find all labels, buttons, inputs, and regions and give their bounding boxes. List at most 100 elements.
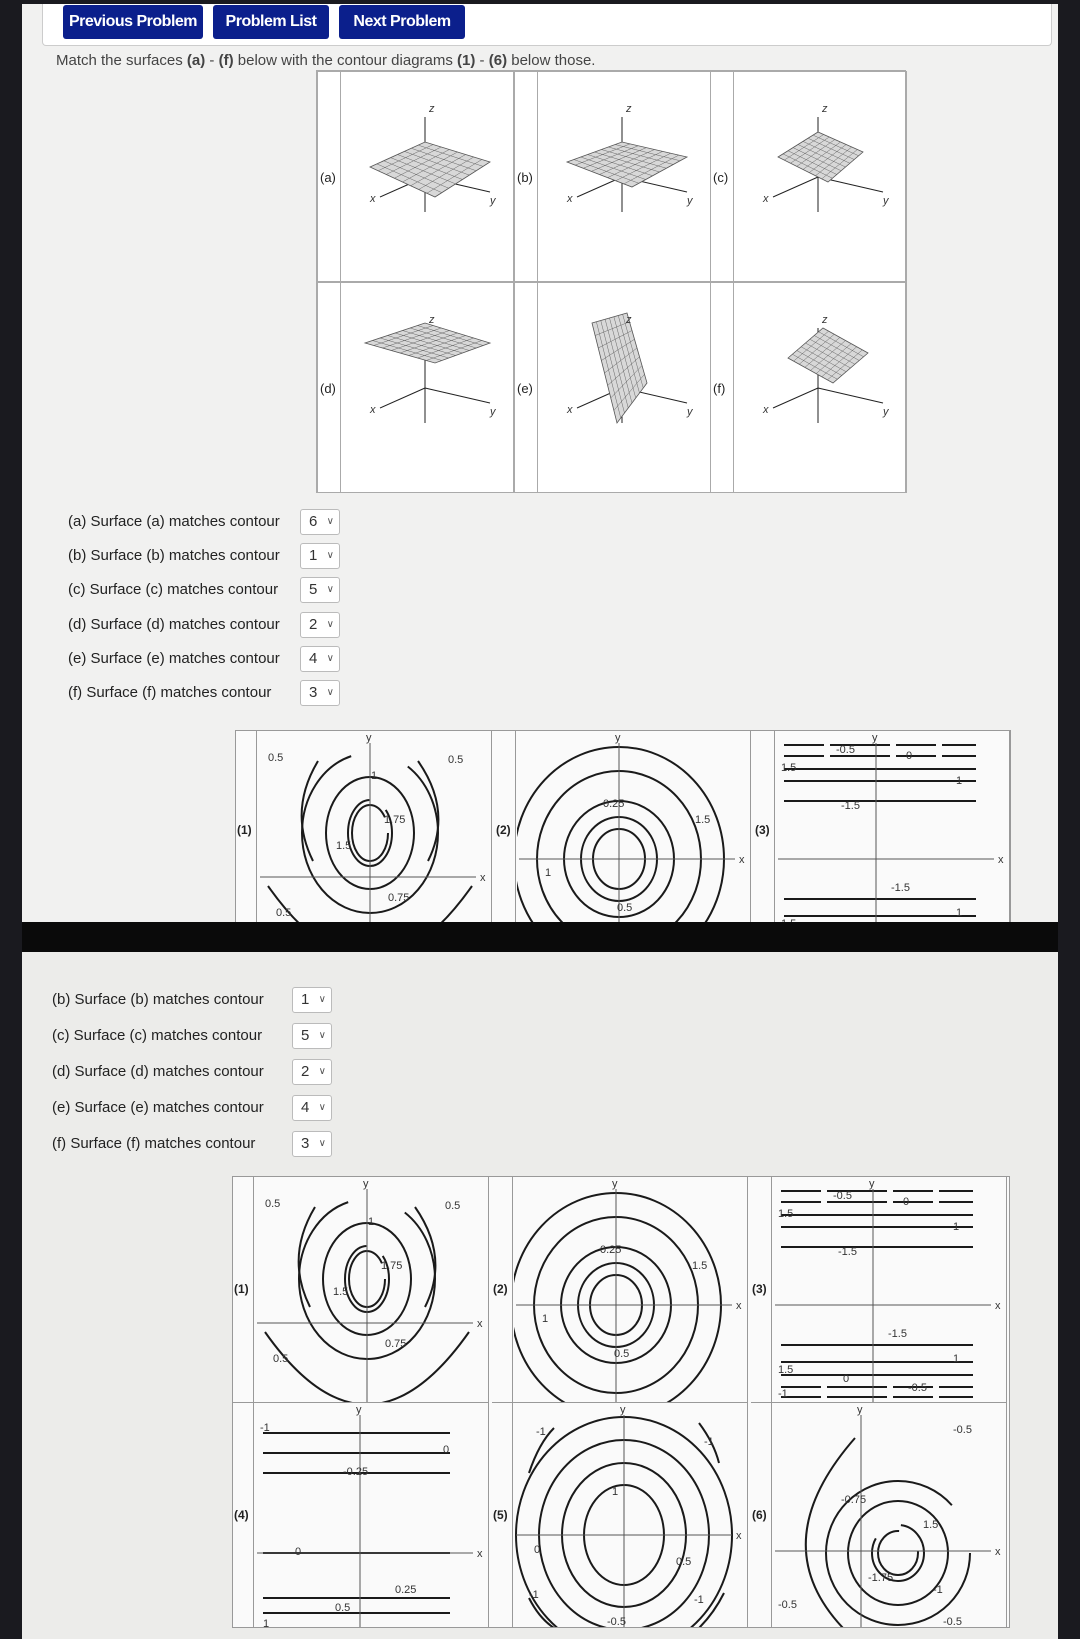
contour-level-label: -0.5 bbox=[833, 1190, 852, 1202]
contour-level-label: 1 bbox=[953, 1221, 959, 1233]
contour-cell: (2) x y 0.25 1 1.5 0.5 bbox=[495, 731, 751, 925]
contour-level-label: 0 bbox=[906, 750, 912, 762]
x-axis-label: x bbox=[477, 1318, 483, 1330]
divider bbox=[253, 1177, 254, 1402]
contour-level-label: -1 bbox=[260, 1422, 270, 1434]
contour-label: (2) bbox=[493, 1282, 508, 1296]
contour-lines bbox=[517, 746, 725, 925]
divider bbox=[771, 1403, 772, 1627]
contour-plot: xy-0.501.51-1.5-1.511.50-0.5-1 bbox=[775, 1178, 1001, 1402]
surface-cell: (b) z x y bbox=[514, 71, 711, 282]
screen-bezel bbox=[22, 922, 1058, 952]
contour-level-label: -1.5 bbox=[891, 882, 910, 894]
contour-select[interactable]: 1 ∨ bbox=[292, 987, 332, 1013]
surface-mesh bbox=[787, 327, 869, 384]
contour-select[interactable]: 2 ∨ bbox=[300, 611, 340, 638]
surface-cell: (f) z x y bbox=[710, 282, 907, 493]
contour-level-label: 0.5 bbox=[276, 907, 291, 919]
y-axis-label: y bbox=[872, 732, 878, 744]
surface-plot: z x y bbox=[566, 312, 694, 424]
problem-list-button[interactable]: Problem List bbox=[213, 5, 329, 39]
contour-plot: x y 0.25 1 1.5 0.5 bbox=[514, 1178, 742, 1402]
axis-label: x bbox=[369, 404, 376, 416]
contour-level-label: 1.5 bbox=[778, 1364, 793, 1376]
prompt-text: - bbox=[205, 52, 219, 69]
surface-label: (a) bbox=[320, 170, 336, 185]
contour-plot: x y -1 -1 1 0 0.5 -1 -1 -0.5 bbox=[515, 1404, 742, 1627]
surface-cell: (c) z x y bbox=[710, 71, 907, 282]
contour-level-label: 1.5 bbox=[778, 1208, 793, 1220]
contour-select[interactable]: 5 ∨ bbox=[300, 577, 340, 604]
chevron-down-icon: ∨ bbox=[318, 994, 326, 1005]
contour-select[interactable]: 5 ∨ bbox=[292, 1023, 332, 1049]
answer-label: (c) Surface (c) matches contour bbox=[68, 581, 279, 599]
contour-level-label: -1.75 bbox=[868, 1572, 893, 1584]
contour-level-label: 0.5 bbox=[614, 1348, 629, 1360]
contour-plot: xy-0.501.51-1.5-1.511.50-0.5-1 bbox=[778, 732, 1004, 925]
contour-level-label: -1.5 bbox=[841, 800, 860, 812]
contour-level-label: 1 bbox=[953, 1353, 959, 1365]
contour-level-label: -1 bbox=[704, 1436, 714, 1448]
contour-level-label: -1 bbox=[933, 1584, 943, 1596]
answer-label: (a) Surface (a) matches contour bbox=[68, 513, 280, 530]
answer-label: (b) Surface (b) matches contour bbox=[52, 991, 264, 1008]
contour-level-label: -1 bbox=[778, 1388, 788, 1400]
contour-level-label: -0.5 bbox=[836, 744, 855, 756]
contour-cell: (5) x y -1 -1 1 0 0.5 -1 -1 -0.5 bbox=[492, 1403, 748, 1627]
prompt-text: below with the contour diagrams bbox=[233, 52, 458, 69]
contour-cell: (2) x y 0.25 1 1.5 0.5 bbox=[492, 1177, 748, 1403]
divider bbox=[256, 731, 257, 925]
prompt-text: below those. bbox=[507, 52, 596, 69]
next-problem-button[interactable]: Next Problem bbox=[339, 5, 465, 39]
y-axis-label: y bbox=[869, 1178, 875, 1190]
contour-lines bbox=[514, 1192, 722, 1402]
contour-level-label: -0.75 bbox=[841, 1494, 866, 1506]
contour-select[interactable]: 3 ∨ bbox=[300, 680, 340, 706]
surface-plot: z x y bbox=[762, 103, 890, 212]
axis-label: x bbox=[566, 404, 573, 416]
contour-label: (1) bbox=[234, 1282, 249, 1296]
chevron-down-icon: ∨ bbox=[318, 1102, 326, 1113]
surface-label: (d) bbox=[320, 381, 336, 396]
chevron-down-icon: ∨ bbox=[326, 516, 334, 527]
axis-label: x bbox=[566, 193, 573, 205]
contour-select[interactable]: 3 ∨ bbox=[292, 1131, 332, 1157]
axis-label: z bbox=[428, 314, 435, 326]
contour-select[interactable]: 4 ∨ bbox=[300, 645, 340, 672]
axis-label: y bbox=[686, 195, 694, 207]
y-axis-label: y bbox=[857, 1404, 863, 1416]
x-axis bbox=[379, 387, 426, 409]
prompt-text: - bbox=[475, 52, 489, 69]
contour-level-label: 1.5 bbox=[692, 1260, 707, 1272]
answer-label: (e) Surface (e) matches contour bbox=[52, 1099, 264, 1116]
contour-select[interactable]: 6 ∨ bbox=[300, 509, 340, 535]
contour-level-label: 1 bbox=[371, 770, 377, 782]
surface-mesh bbox=[777, 131, 864, 183]
contour-level-label: 0.5 bbox=[265, 1198, 280, 1210]
contour-lines bbox=[781, 1190, 973, 1398]
prompt-text: Match the surfaces bbox=[56, 52, 187, 69]
contour-level-label: 0.5 bbox=[268, 752, 283, 764]
axis-label: x bbox=[369, 193, 376, 205]
axis-label: z bbox=[821, 314, 828, 326]
problem-prompt: Match the surfaces (a) - (f) below with … bbox=[56, 52, 595, 69]
answer-label: (f) Surface (f) matches contour bbox=[68, 684, 272, 701]
contour-select[interactable]: 2 ∨ bbox=[292, 1059, 332, 1085]
contour-select[interactable]: 1 ∨ bbox=[300, 543, 340, 570]
y-axis-label: y bbox=[615, 732, 621, 744]
contour-ellipse bbox=[514, 1192, 722, 1402]
select-value: 2 bbox=[301, 1063, 310, 1080]
previous-problem-button[interactable]: Previous Problem bbox=[63, 5, 203, 39]
surface-label: (c) bbox=[713, 170, 729, 185]
contour-ellipse bbox=[877, 1530, 919, 1576]
select-value: 3 bbox=[301, 1135, 310, 1152]
contour-select[interactable]: 4 ∨ bbox=[292, 1095, 332, 1121]
select-value: 6 bbox=[309, 513, 318, 530]
contour-level-label: 0.5 bbox=[676, 1556, 691, 1568]
contour-level-label: -1.5 bbox=[888, 1328, 907, 1340]
select-value: 2 bbox=[309, 615, 318, 633]
divider bbox=[512, 1177, 513, 1402]
surface-label: (e) bbox=[517, 381, 533, 396]
contour-level-label: -1 bbox=[536, 1426, 546, 1438]
surface-cell: (a) z x y bbox=[317, 71, 514, 282]
